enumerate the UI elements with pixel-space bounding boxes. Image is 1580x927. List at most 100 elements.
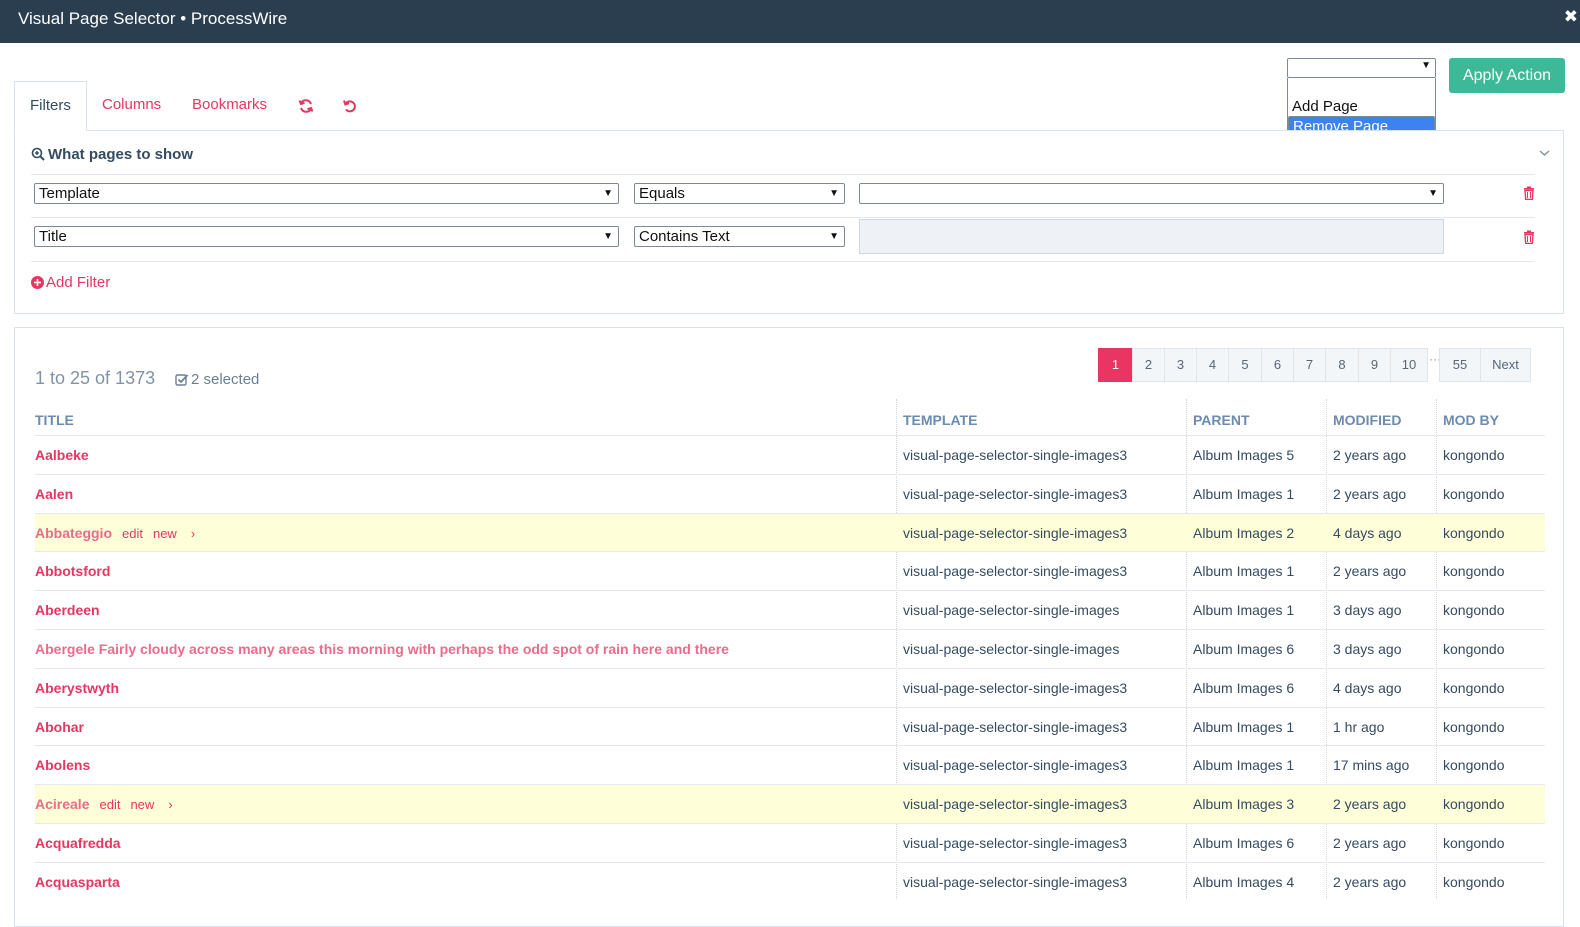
table-row[interactable]: Aalbeke visual-page-selector-single-image… [35,435,1545,474]
action-option-add-page[interactable]: Add Page [1288,97,1435,116]
page-title-link[interactable]: Acquafredda [35,835,121,851]
action-select[interactable]: ▼ [1287,58,1436,78]
page-title-link[interactable]: Acireale [35,796,89,812]
filter-operator-select[interactable]: Contains Text ▼ [634,226,845,247]
page-7[interactable]: 7 [1293,348,1326,382]
row-title-cell[interactable]: Abbateggio edit new › [35,514,885,552]
dropdown-arrow-icon: ▼ [829,188,839,199]
tab-columns[interactable]: Columns [102,81,161,131]
filter-field-select[interactable]: Title ▼ [34,226,619,247]
table-row[interactable]: Abbateggio edit new › visual-page-selector-s… [35,512,1545,552]
row-title-cell[interactable]: Aalen [35,475,885,513]
column-header-template[interactable]: TEMPLATE [903,399,977,435]
page-title-link[interactable]: Aberdeen [35,602,100,618]
row-template-cell: visual-page-selector-single-images3 [903,873,1128,890]
page-8[interactable]: 8 [1325,348,1359,382]
next-page-button[interactable]: Next [1480,348,1531,382]
page-title-link[interactable]: Abohar [35,719,84,735]
row-modified-cell: 1 hr ago [1333,718,1385,735]
filter-value-select[interactable]: ▼ [859,183,1444,204]
table-row[interactable]: Abbotsford visual-page-selector-single-im… [35,551,1545,590]
row-title-cell[interactable]: Aberdeen [35,591,885,629]
add-filter-button[interactable]: Add Filter [31,274,110,291]
page-6[interactable]: 6 [1261,348,1294,382]
trash-icon[interactable] [1523,186,1535,200]
page-title-link[interactable]: Abergele Fairly cloudy across many areas… [35,641,729,657]
window-titlebar: Visual Page Selector • ProcessWire ✖ [0,0,1580,43]
column-header-parent[interactable]: PARENT [1193,399,1250,435]
page-title-link[interactable]: Aalbeke [35,447,89,463]
row-mod-by-cell: kongondo [1443,873,1505,890]
page-2[interactable]: 2 [1132,348,1165,382]
filter-operator-value: Equals [639,185,685,202]
table-row[interactable]: Aberdeen visual-page-selector-single-imag… [35,590,1545,629]
trash-icon[interactable] [1523,230,1535,244]
row-parent-cell: Album Images 3 [1193,796,1295,813]
row-title-cell[interactable]: Abolens [35,746,885,784]
dropdown-arrow-icon: ▼ [603,188,613,199]
page-title-link[interactable]: Abbateggio [35,525,112,541]
window-title: Visual Page Selector • ProcessWire [18,9,288,28]
row-title-cell[interactable]: Abbotsford [35,552,885,590]
page-1[interactable]: 1 [1098,348,1133,382]
close-icon[interactable]: ✖ [1564,7,1578,27]
column-header-mod-by[interactable]: MOD BY [1443,399,1499,435]
table-row[interactable]: Acquafredda visual-page-selector-single-i… [35,823,1545,862]
table-row[interactable]: Abohar visual-page-selector-single-images… [35,706,1545,746]
page-55[interactable]: 55 [1439,348,1481,382]
filter-operator-select[interactable]: Equals ▼ [634,183,845,204]
row-mod-by-cell: kongondo [1443,757,1505,774]
page-title-link[interactable]: Aalen [35,486,73,502]
row-edit-link[interactable]: edit [99,797,120,812]
row-title-cell[interactable]: Acireale edit new › [35,785,885,823]
row-more-link[interactable]: › [191,526,195,541]
row-template-cell: visual-page-selector-single-images3 [903,757,1128,774]
table-row[interactable]: Acireale edit new › visual-page-selector-sin… [35,784,1545,824]
table-row[interactable]: Abergele Fairly cloudy across many areas… [35,629,1545,668]
row-title-cell[interactable]: Aberystwyth [35,669,885,707]
column-header-title[interactable]: TITLE [35,399,74,435]
page-3[interactable]: 3 [1164,348,1197,382]
row-modified-cell: 4 days ago [1333,524,1402,541]
row-modified-cell: 17 mins ago [1333,757,1410,774]
row-more-link[interactable]: › [168,797,172,812]
row-new-link[interactable]: new [153,526,177,541]
column-header-modified[interactable]: MODIFIED [1333,399,1401,435]
row-edit-link[interactable]: edit [122,526,143,541]
page-title-link[interactable]: Abbotsford [35,563,110,579]
reset-icon[interactable] [342,98,358,114]
row-title-cell[interactable]: Abohar [35,708,885,746]
filter-text-input[interactable] [859,219,1444,254]
row-title-cell[interactable]: Aalbeke [35,436,885,474]
row-parent-cell: Album Images 1 [1193,757,1295,774]
divider [31,217,1535,218]
row-mod-by-cell: kongondo [1443,641,1505,657]
page-title-link[interactable]: Aberystwyth [35,680,119,696]
row-title-cell[interactable]: Acquasparta [35,863,885,901]
table-row[interactable]: Acquasparta visual-page-selector-single-i… [35,861,1545,901]
filter-field-select[interactable]: Template ▼ [34,183,619,204]
filter-field-value: Template [39,185,100,202]
table-row[interactable]: Aberystwyth visual-page-selector-single-i… [35,667,1545,707]
tab-bookmarks[interactable]: Bookmarks [192,81,267,131]
page-title-link[interactable]: Abolens [35,757,90,773]
page-5[interactable]: 5 [1228,348,1262,382]
tab-filters[interactable]: Filters [14,81,87,131]
page-10[interactable]: 10 [1390,348,1428,382]
add-filter-label: Add Filter [46,274,111,291]
page-9[interactable]: 9 [1358,348,1391,382]
row-mod-by-cell: kongondo [1443,524,1505,541]
row-parent-cell: Album Images 5 [1193,447,1295,463]
apply-action-button[interactable]: Apply Action [1449,58,1565,93]
chevron-down-icon[interactable] [1539,149,1550,157]
refresh-icon[interactable] [298,98,314,114]
filters-panel: What pages to show Template ▼ Equals ▼ ▼… [14,130,1564,314]
table-row[interactable]: Aalen visual-page-selector-single-images3… [35,473,1545,513]
table-row[interactable]: Abolens visual-page-selector-single-image… [35,745,1545,784]
row-title-cell[interactable]: Abergele Fairly cloudy across many areas… [35,630,885,668]
row-new-link[interactable]: new [130,797,154,812]
dropdown-arrow-icon: ▼ [829,231,839,242]
row-title-cell[interactable]: Acquafredda [35,824,885,862]
page-title-link[interactable]: Acquasparta [35,874,120,890]
page-4[interactable]: 4 [1196,348,1229,382]
